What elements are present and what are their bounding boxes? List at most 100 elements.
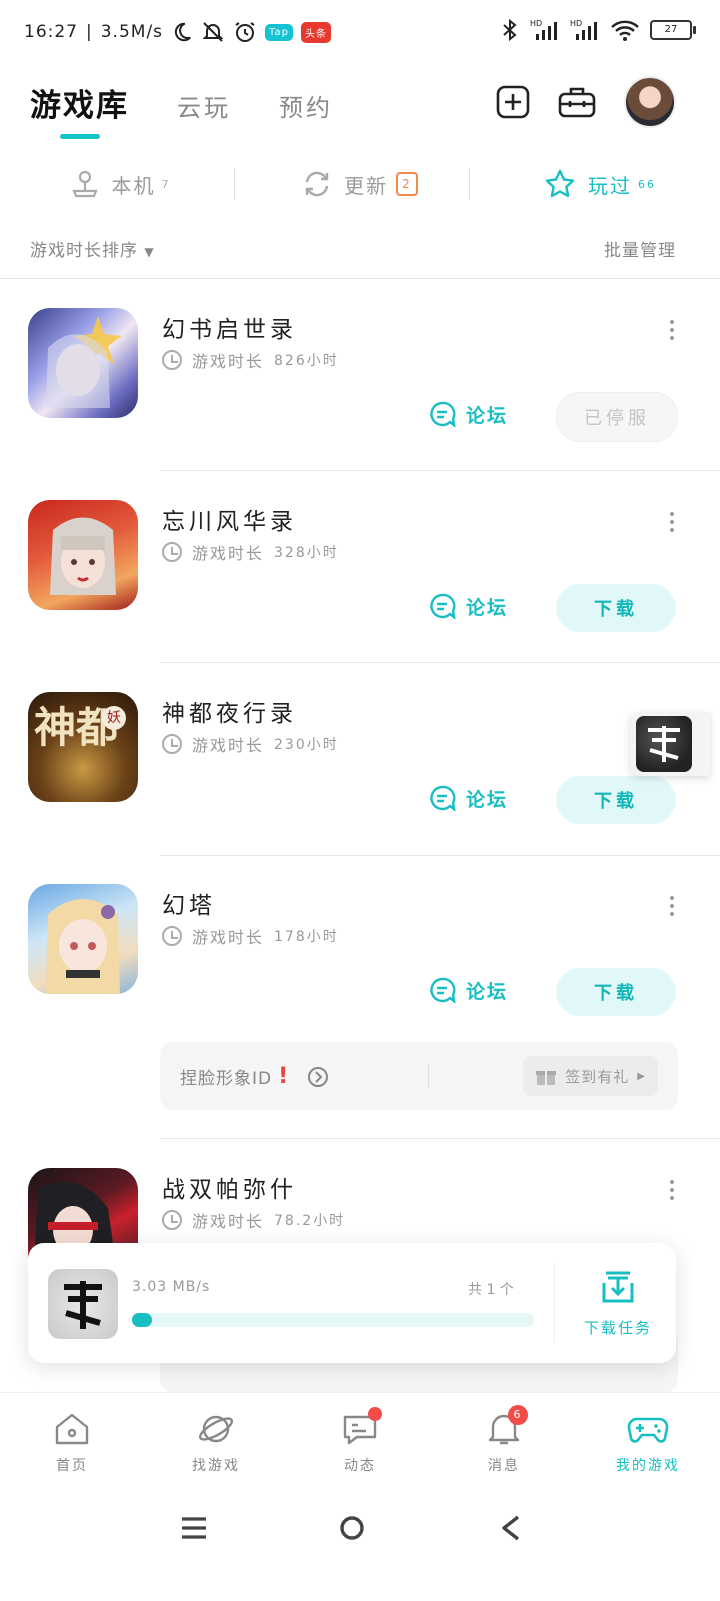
game-playtime: 游戏时长 78.2小时 <box>162 1208 345 1232</box>
bottom-navigation: 首页 找游戏 动态 消息 6 我的游戏 <box>0 1392 720 1493</box>
filter-local[interactable]: 本机 7 <box>0 160 240 208</box>
clock-icon <box>162 350 182 370</box>
download-tasks-button[interactable]: 下载任务 <box>576 1267 660 1338</box>
status-bar: 16:27 | 3.5M/s Tap 头条 HD HD 27 <box>0 0 720 64</box>
forum-icon <box>430 977 456 1004</box>
tab-reservations[interactable]: 预约 <box>279 88 333 123</box>
tab-cloud-play[interactable]: 云玩 <box>177 88 231 123</box>
game-playtime: 游戏时长 328小时 <box>162 540 339 564</box>
more-options-icon[interactable] <box>670 320 674 340</box>
clock-icon <box>162 734 182 754</box>
back-icon[interactable] <box>498 1514 526 1542</box>
filter-divider <box>234 168 235 200</box>
filter-divider <box>469 168 470 200</box>
nav-feed[interactable]: 动态 <box>288 1393 432 1493</box>
status-left: 16:27 | 3.5M/s Tap 头条 <box>24 20 331 44</box>
game-icon[interactable]: 神都 妖 <box>28 692 138 802</box>
batch-manage-button[interactable]: 批量管理 <box>604 236 676 261</box>
download-button[interactable]: 下载 <box>556 584 676 632</box>
filter-update-label: 更新 <box>344 173 389 198</box>
toutiao-badge: 头条 <box>300 21 331 43</box>
floating-game-window[interactable] <box>630 712 710 776</box>
toolbox-icon[interactable] <box>558 85 596 119</box>
joystick-icon <box>71 170 98 198</box>
nav-find-games[interactable]: 找游戏 <box>144 1393 288 1493</box>
svg-text:HD: HD <box>570 19 582 28</box>
taptap-badge: Tap <box>265 23 293 41</box>
download-button[interactable]: 下载 <box>556 968 676 1016</box>
game-icon[interactable] <box>28 308 138 418</box>
bluetooth-icon <box>503 18 517 42</box>
filter-local-count: 7 <box>161 177 171 191</box>
game-playtime: 游戏时长 178小时 <box>162 924 339 948</box>
clock-icon <box>162 926 182 946</box>
caret-down-icon: ▼ <box>144 245 155 259</box>
downloading-game-icon <box>48 1269 118 1339</box>
battery-icon: 27 <box>650 20 696 40</box>
sort-dropdown[interactable]: 游戏时长排序 ▼ <box>30 236 155 261</box>
filter-update-count: 2 <box>396 172 418 196</box>
panel-divider <box>428 1064 429 1088</box>
forum-button[interactable]: 论坛 <box>428 400 508 428</box>
home-icon <box>55 1413 89 1445</box>
tab-game-library[interactable]: 游戏库 <box>30 80 129 125</box>
divider <box>160 470 720 471</box>
network-speed: 3.5M/s <box>100 22 164 42</box>
clock-icon <box>162 542 182 562</box>
mute-icon <box>202 22 224 42</box>
planet-icon <box>198 1415 234 1443</box>
game-icon-badge: 妖 <box>102 706 126 730</box>
divider <box>160 1138 720 1139</box>
checkin-gift-button[interactable]: 签到有礼 ▶ <box>523 1056 658 1096</box>
system-navigation-bar <box>0 1492 720 1601</box>
filter-update[interactable]: 更新 2 <box>240 160 480 208</box>
download-button[interactable]: 下载 <box>556 776 676 824</box>
home-circle-icon[interactable] <box>338 1514 366 1542</box>
forum-button[interactable]: 论坛 <box>428 592 508 620</box>
arrow-circle-icon <box>308 1066 329 1087</box>
filter-played[interactable]: 玩过 66 <box>480 160 720 208</box>
game-item[interactable]: 忘川风华录 游戏时长 328小时 论坛 下载 <box>0 472 720 662</box>
service-stopped-button: 已停服 <box>556 392 678 442</box>
nav-messages[interactable]: 消息 6 <box>432 1393 576 1493</box>
tab-indicator <box>60 134 100 139</box>
game-name: 忘川风华录 <box>162 509 297 535</box>
more-options-icon[interactable] <box>670 1180 674 1200</box>
game-icon[interactable] <box>28 500 138 610</box>
game-playtime: 游戏时长 826小时 <box>162 348 339 372</box>
alarm-icon <box>235 22 255 42</box>
download-tray-icon <box>602 1271 634 1303</box>
forum-button[interactable]: 论坛 <box>428 784 508 812</box>
download-count: 共 1 个 <box>468 1282 514 1298</box>
more-options-icon[interactable] <box>670 512 674 532</box>
forum-button[interactable]: 论坛 <box>428 976 508 1004</box>
game-item[interactable]: 幻书启世录 游戏时长 826小时 论坛 已停服 <box>0 280 720 470</box>
game-item[interactable]: 幻塔 游戏时长 178小时 论坛 下载 捏脸形象ID ! 签到有礼 ▶ <box>0 856 720 1116</box>
filter-played-count: 66 <box>638 177 656 191</box>
star-icon <box>545 169 575 198</box>
signal-icon: HD <box>530 19 557 40</box>
chevron-right-icon: ▶ <box>637 1070 646 1082</box>
game-item[interactable]: 神都 妖 神都夜行录 游戏时长 230小时 论坛 下载 <box>0 664 720 854</box>
sort-label: 游戏时长排序 <box>30 241 138 261</box>
menu-icon[interactable] <box>180 1514 208 1542</box>
nav-home[interactable]: 首页 <box>0 1393 144 1493</box>
more-options-icon[interactable] <box>670 896 674 916</box>
user-avatar[interactable] <box>624 76 676 128</box>
gift-icon <box>536 1071 557 1085</box>
clock-icon <box>162 1210 182 1230</box>
game-sub-panel: 捏脸形象ID ! 签到有礼 ▶ <box>160 1042 678 1110</box>
filter-row: 本机 7 更新 2 玩过 66 <box>0 160 720 208</box>
game-playtime: 游戏时长 230小时 <box>162 732 339 756</box>
face-id-link[interactable]: 捏脸形象ID ! <box>180 1064 329 1089</box>
gamepad-icon <box>627 1417 669 1443</box>
game-icon[interactable] <box>28 884 138 994</box>
floating-game-thumbnail <box>636 716 692 772</box>
nav-my-games[interactable]: 我的游戏 <box>576 1393 720 1493</box>
game-name: 神都夜行录 <box>162 701 297 727</box>
download-progress-card[interactable]: 3.03 MB/s 共 1 个 下载任务 <box>28 1243 676 1363</box>
game-name: 战双帕弥什 <box>162 1177 297 1203</box>
add-icon[interactable] <box>496 85 530 119</box>
download-progress-fill <box>132 1313 152 1327</box>
wifi-icon <box>611 20 639 41</box>
